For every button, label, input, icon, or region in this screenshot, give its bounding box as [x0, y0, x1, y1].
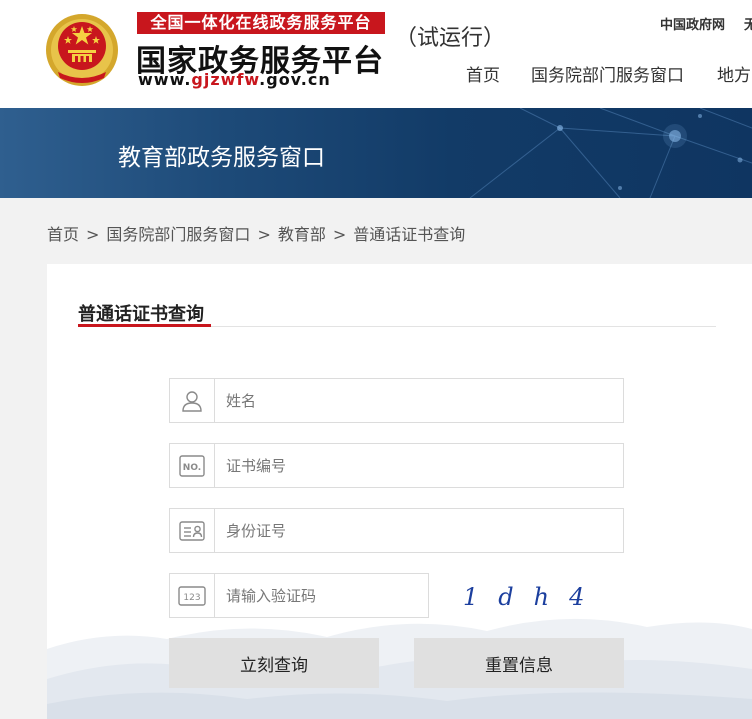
breadcrumb-separator: > — [257, 225, 271, 244]
heading-accent-underline — [78, 324, 211, 327]
name-input[interactable] — [216, 379, 623, 422]
query-panel: 普通话证书查询 NO. — [47, 264, 752, 719]
captcha-code-icon: 123 — [170, 574, 215, 617]
site-url-suffix: .gov.cn — [259, 70, 331, 89]
site-header: 全国一体化在线政务服务平台 国家政务服务平台 www.gjzwfw.gov.cn… — [0, 0, 752, 108]
captcha-input[interactable] — [216, 574, 428, 617]
breadcrumb: 首页 > 国务院部门服务窗口 > 教育部 > 普通话证书查询 — [47, 221, 465, 245]
banner-title: 教育部政务服务窗口 — [118, 145, 325, 171]
breadcrumb-state-council[interactable]: 国务院部门服务窗口 — [106, 221, 250, 245]
name-field — [169, 378, 624, 423]
captcha-field: 123 — [169, 573, 429, 618]
captcha-image[interactable]: 1dh4 — [459, 581, 589, 613]
breadcrumb-home[interactable]: 首页 — [47, 221, 79, 245]
breadcrumb-current: 普通话证书查询 — [353, 225, 466, 244]
query-button[interactable]: 立刻查询 — [169, 638, 379, 688]
user-icon — [170, 379, 215, 422]
site-url: www.gjzwfw.gov.cn — [138, 70, 331, 89]
trial-label: （试运行） — [395, 26, 506, 51]
nav-home[interactable]: 首页 — [466, 61, 500, 86]
reset-button[interactable]: 重置信息 — [414, 638, 624, 688]
certificate-number-field: NO. — [169, 443, 624, 488]
top-link-gov[interactable]: 中国政府网 — [660, 14, 725, 33]
id-number-field — [169, 508, 624, 553]
captcha-image-text: 1dh4 — [463, 583, 589, 611]
certificate-number-icon: NO. — [170, 444, 215, 487]
captcha-code-icon-text: 123 — [183, 593, 200, 603]
nav-local[interactable]: 地方 — [717, 61, 751, 86]
logo-ribbon-text: 全国一体化在线政务服务平台 — [137, 12, 385, 34]
breadcrumb-separator: > — [86, 225, 100, 244]
breadcrumb-separator: > — [332, 225, 347, 244]
certificate-number-input[interactable] — [216, 444, 623, 487]
certificate-number-icon-text: NO. — [183, 463, 201, 473]
top-link-accessibility[interactable]: 无 — [744, 14, 752, 33]
id-card-icon — [170, 509, 215, 552]
site-url-highlight: gjzwfw — [191, 70, 260, 89]
id-number-input[interactable] — [216, 509, 623, 552]
site-url-prefix: www. — [138, 70, 192, 89]
page-banner: 教育部政务服务窗口 — [0, 108, 752, 198]
nav-state-council-departments[interactable]: 国务院部门服务窗口 — [531, 61, 684, 86]
panel-heading: 普通话证书查询 — [78, 304, 204, 325]
breadcrumb-ministry-of-education[interactable]: 教育部 — [278, 221, 326, 245]
national-emblem-logo[interactable] — [44, 12, 120, 88]
banner-network-decoration — [469, 108, 752, 198]
